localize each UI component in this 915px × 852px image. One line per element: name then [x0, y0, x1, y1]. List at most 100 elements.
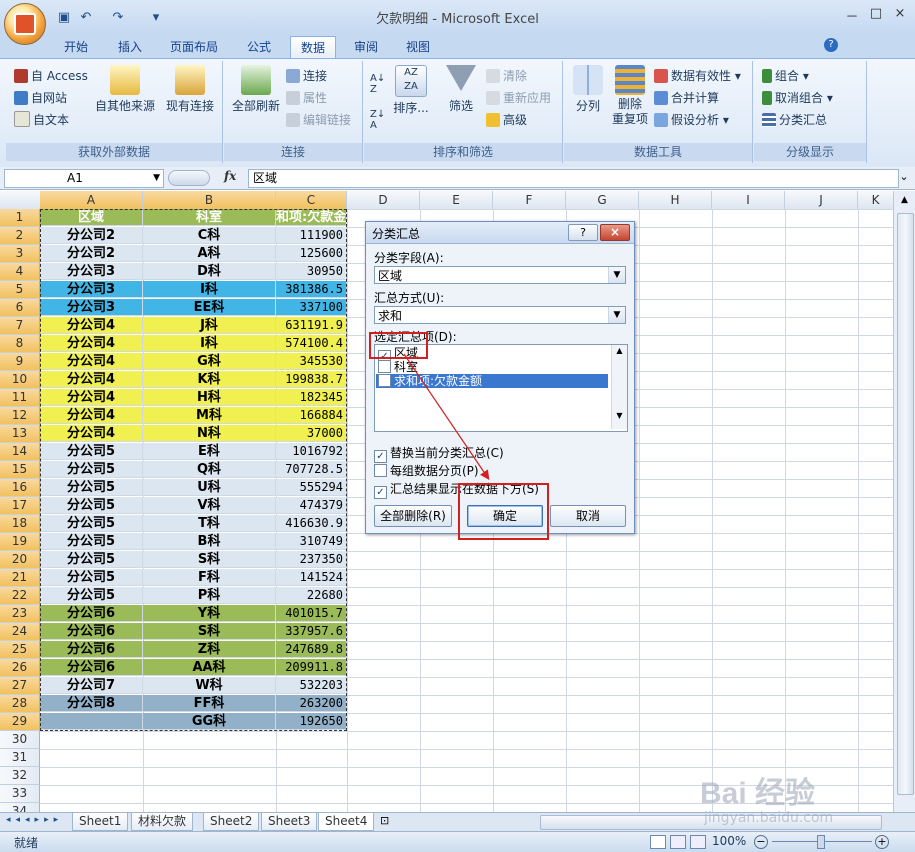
properties-button[interactable]: 属性 — [286, 89, 327, 107]
row-header[interactable]: 18 — [0, 515, 40, 533]
cell-department[interactable]: Y科 — [143, 605, 276, 622]
cell-department[interactable]: V科 — [143, 497, 276, 514]
cell-department[interactable]: C科 — [143, 227, 276, 244]
cell-region[interactable]: 分公司5 — [40, 443, 143, 460]
cell-amount[interactable]: 182345 — [276, 389, 347, 406]
cell-amount[interactable]: 37000 — [276, 425, 347, 442]
cell-region[interactable]: 分公司5 — [40, 569, 143, 586]
cell-region[interactable]: 分公司3 — [40, 263, 143, 280]
cell-department[interactable]: S科 — [143, 551, 276, 568]
scroll-thumb[interactable] — [897, 213, 914, 795]
cell-region[interactable]: 分公司4 — [40, 353, 143, 370]
cell-department[interactable]: D科 — [143, 263, 276, 280]
cell-department[interactable]: I科 — [143, 335, 276, 352]
row-header[interactable]: 15 — [0, 461, 40, 479]
page-break-view-icon[interactable] — [690, 835, 706, 849]
cell-amount[interactable]: 555294 — [276, 479, 347, 496]
column-header-i[interactable]: I — [712, 191, 785, 209]
cell-amount[interactable]: 337100 — [276, 299, 347, 316]
from-web-button[interactable]: 自网站 — [14, 89, 67, 107]
row-header[interactable]: 19 — [0, 533, 40, 551]
cell-region[interactable]: 分公司2 — [40, 245, 143, 262]
cell-region[interactable]: 分公司8 — [40, 695, 143, 712]
column-header-f[interactable]: F — [493, 191, 566, 209]
sheet-tab-1[interactable]: Sheet1 — [72, 813, 129, 831]
insert-sheet-icon[interactable]: ⊡ — [380, 814, 400, 829]
cell-amount[interactable]: 474379 — [276, 497, 347, 514]
cell-c1[interactable]: 和项:欠款金 — [276, 209, 347, 226]
what-if-analysis-button[interactable]: 假设分析 ▾ — [654, 111, 729, 129]
vertical-scrollbar[interactable]: ▲ — [893, 191, 915, 812]
sort-button[interactable]: AZ ZA 排序... — [390, 65, 432, 116]
cell-amount[interactable]: 247689.8 — [276, 641, 347, 658]
row-header[interactable]: 14 — [0, 443, 40, 461]
cell-amount[interactable]: 263200 — [276, 695, 347, 712]
cell-a1[interactable]: 区域 — [40, 209, 143, 226]
cell-amount[interactable]: 381386.5 — [276, 281, 347, 298]
from-access-button[interactable]: 自 Access — [14, 67, 88, 85]
cell-department[interactable]: FF科 — [143, 695, 276, 712]
cell-amount[interactable]: 192650 — [276, 713, 347, 730]
option-page-break-checkbox[interactable] — [374, 464, 387, 477]
cell-department[interactable]: AA科 — [143, 659, 276, 676]
cell-region[interactable]: 分公司2 — [40, 227, 143, 244]
cell-region[interactable]: 分公司3 — [40, 281, 143, 298]
chevron-down-icon[interactable]: ▼ — [153, 170, 160, 187]
cell-department[interactable]: GG科 — [143, 713, 276, 730]
cell-amount[interactable]: 125600 — [276, 245, 347, 262]
row-header[interactable]: 7 — [0, 317, 40, 335]
tab-data[interactable]: 数据 — [290, 36, 337, 59]
cell-department[interactable]: E科 — [143, 443, 276, 460]
cell-department[interactable]: J科 — [143, 317, 276, 334]
cell-region[interactable]: 分公司5 — [40, 497, 143, 514]
existing-connections-button[interactable]: 现有连接 — [162, 65, 218, 114]
cell-amount[interactable]: 416630.9 — [276, 515, 347, 532]
option-replace[interactable]: ✓ 替换当前分类汇总(C) — [374, 444, 504, 463]
row-header[interactable]: 17 — [0, 497, 40, 515]
row-header[interactable]: 22 — [0, 587, 40, 605]
cell-amount[interactable]: 22680 — [276, 587, 347, 604]
reapply-button[interactable]: 重新应用 — [486, 89, 551, 107]
item-department[interactable]: 科室 — [378, 360, 418, 374]
cell-amount[interactable]: 631191.9 — [276, 317, 347, 334]
tab-formulas[interactable]: 公式 — [237, 36, 281, 58]
cell-region[interactable]: 分公司4 — [40, 407, 143, 424]
zoom-out-icon[interactable]: − — [754, 835, 768, 849]
row-header[interactable]: 24 — [0, 623, 40, 641]
cell-region[interactable]: 分公司5 — [40, 533, 143, 550]
cell-amount[interactable]: 30950 — [276, 263, 347, 280]
dialog-close-button[interactable]: × — [600, 224, 630, 241]
cancel-button[interactable]: 取消 — [550, 505, 626, 527]
filter-button[interactable]: 筛选 — [440, 65, 482, 114]
item-department-checkbox[interactable] — [378, 360, 391, 373]
cell-region[interactable]: 分公司5 — [40, 587, 143, 604]
sheet-nav-icons[interactable]: ◂◂◂▸▸▸ — [6, 815, 63, 825]
clear-filter-button[interactable]: 清除 — [486, 67, 527, 85]
sheet-tab-2[interactable]: 材料欠款 — [131, 813, 194, 831]
remove-duplicates-button[interactable]: 删除 重复项 — [610, 65, 650, 127]
cell-b1[interactable]: 科室 — [143, 209, 276, 226]
scroll-up-icon[interactable]: ▲ — [612, 346, 627, 355]
scroll-up-icon[interactable]: ▲ — [897, 193, 912, 208]
zoom-slider-thumb[interactable] — [817, 835, 825, 849]
row-header[interactable]: 27 — [0, 677, 40, 695]
cell-region[interactable]: 分公司4 — [40, 425, 143, 442]
connections-button[interactable]: 连接 — [286, 67, 327, 85]
row-header[interactable]: 34 — [0, 803, 40, 812]
row-header[interactable]: 6 — [0, 299, 40, 317]
row-header-1[interactable]: 1 — [0, 209, 40, 227]
page-layout-view-icon[interactable] — [670, 835, 686, 849]
cell-region[interactable]: 分公司7 — [40, 677, 143, 694]
cell-region[interactable]: 分公司5 — [40, 515, 143, 532]
expand-formula-icon[interactable]: ⌄ — [896, 170, 912, 186]
remove-all-button[interactable]: 全部删除(R) — [374, 505, 452, 527]
column-header-k[interactable]: K — [858, 191, 894, 209]
group-rows-button[interactable]: 组合 ▾ — [762, 67, 809, 85]
minimize-button[interactable]: － — [840, 6, 864, 25]
zoom-level[interactable]: 100% — [712, 834, 746, 848]
row-header[interactable]: 11 — [0, 389, 40, 407]
column-header-c[interactable]: C — [276, 191, 347, 209]
row-header[interactable]: 10 — [0, 371, 40, 389]
cell-department[interactable]: H科 — [143, 389, 276, 406]
row-header[interactable]: 16 — [0, 479, 40, 497]
